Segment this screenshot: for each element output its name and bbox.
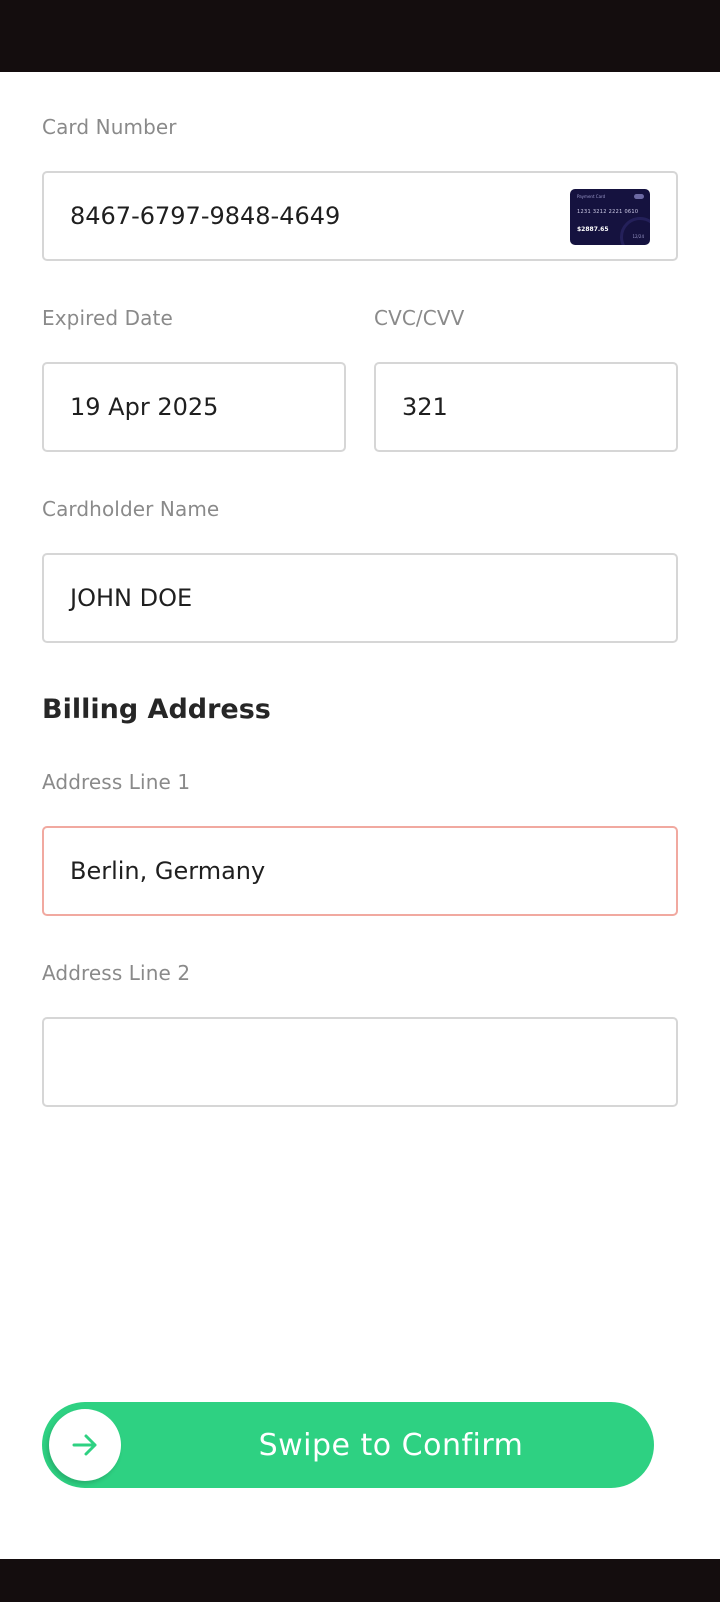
cardholder-value: JOHN DOE bbox=[70, 584, 193, 612]
cvc-field[interactable]: 321 bbox=[374, 362, 678, 452]
cvc-value: 321 bbox=[402, 393, 448, 421]
billing-address-title: Billing Address bbox=[42, 694, 271, 725]
card-number-label: Card Number bbox=[42, 115, 177, 139]
arrow-right-icon bbox=[72, 1434, 97, 1456]
card-thumbnail: Payment Card 1231 3212 2221 0610 $2887.6… bbox=[570, 189, 650, 245]
card-thumbnail-number: 1231 3212 2221 0610 bbox=[577, 209, 639, 215]
address-line-2-label: Address Line 2 bbox=[42, 961, 191, 985]
address-line-2-field[interactable] bbox=[42, 1017, 678, 1107]
card-decoration bbox=[620, 217, 650, 245]
cardholder-field[interactable]: JOHN DOE bbox=[42, 553, 678, 643]
card-toggle-icon bbox=[634, 194, 644, 199]
card-number-field[interactable]: 8467-6797-9848-4649 Payment Card 1231 32… bbox=[42, 171, 678, 261]
card-thumbnail-top: Payment Card bbox=[577, 194, 606, 199]
card-thumbnail-amount: $2887.65 bbox=[577, 226, 609, 233]
swipe-label: Swipe to Confirm bbox=[258, 1427, 524, 1463]
status-bar bbox=[0, 0, 720, 72]
cvc-label: CVC/CVV bbox=[374, 306, 465, 330]
card-number-value: 8467-6797-9848-4649 bbox=[70, 202, 341, 230]
expired-date-field[interactable]: 19 Apr 2025 bbox=[42, 362, 346, 452]
swipe-to-confirm-slider[interactable]: Swipe to Confirm bbox=[42, 1402, 654, 1488]
swipe-handle[interactable] bbox=[49, 1409, 121, 1481]
cardholder-label: Cardholder Name bbox=[42, 497, 220, 521]
navigation-bar bbox=[0, 1559, 720, 1602]
address-line-1-value: Berlin, Germany bbox=[70, 857, 266, 885]
expired-date-value: 19 Apr 2025 bbox=[70, 393, 219, 421]
expired-date-label: Expired Date bbox=[42, 306, 173, 330]
address-line-1-field[interactable]: Berlin, Germany bbox=[42, 826, 678, 916]
address-line-1-label: Address Line 1 bbox=[42, 770, 191, 794]
